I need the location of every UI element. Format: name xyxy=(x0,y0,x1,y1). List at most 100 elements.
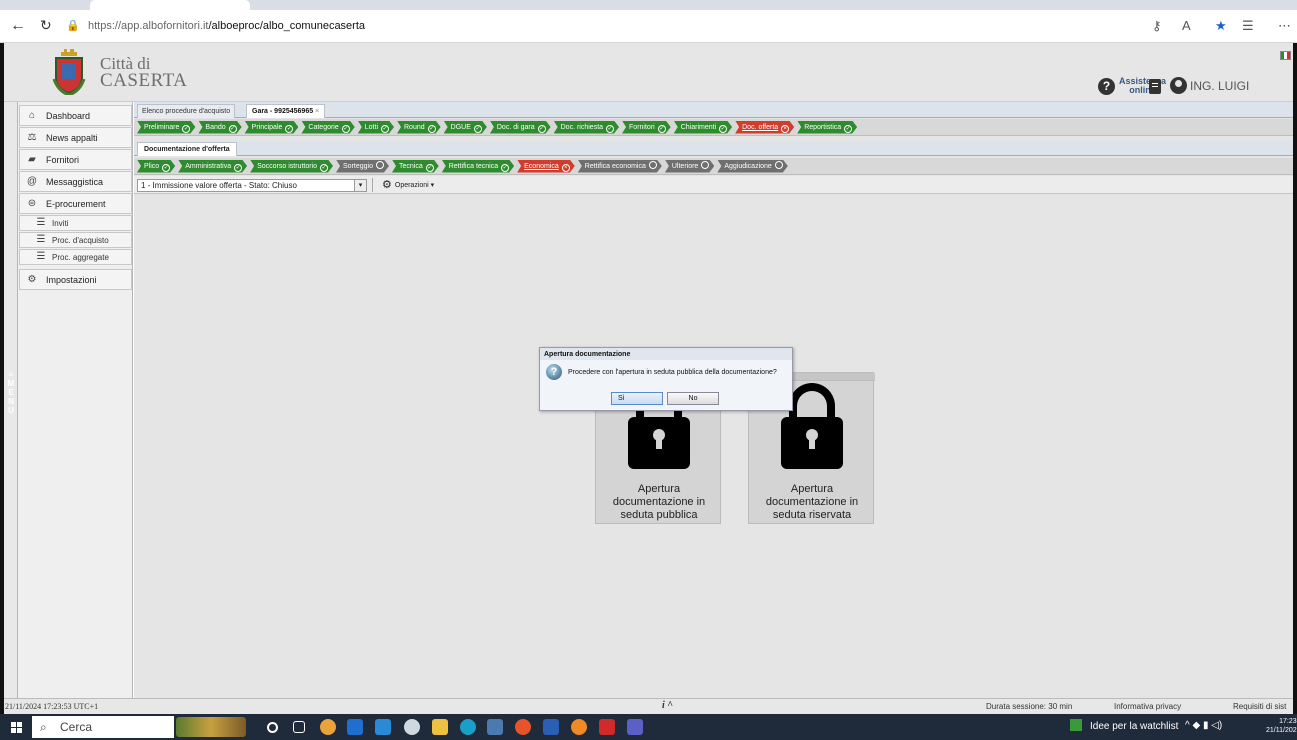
step-doc-richiesta[interactable]: Doc. richiesta ✓ xyxy=(554,121,619,134)
requirements-link[interactable]: Requisiti di sist xyxy=(1233,702,1286,711)
menu-toggle-bar[interactable]: ≡ M E N U xyxy=(4,102,18,698)
browser-tab-strip xyxy=(0,0,1297,10)
teams-icon[interactable] xyxy=(627,719,643,735)
taskbar-search[interactable]: ⌕ Cerca xyxy=(32,716,174,738)
tab-documentazione-offerta[interactable]: Documentazione d'offerta xyxy=(137,142,237,156)
yes-button[interactable]: Sì xyxy=(611,392,663,405)
sidebar-item-dashboard[interactable]: ⌂ Dashboard xyxy=(19,105,132,126)
address-bar[interactable]: https://app.albofornitori.it/alboeproc/a… xyxy=(82,15,1142,37)
store-icon[interactable] xyxy=(347,719,363,735)
operations-menu-button[interactable]: ⚙ Operazioni ▾ xyxy=(372,178,434,192)
pending-icon xyxy=(649,161,657,169)
tab-elenco-procedure[interactable]: Elenco procedure d'acquisto xyxy=(137,104,236,118)
divider xyxy=(372,178,373,192)
sidebar-menu: ⌂ Dashboard ⚖ News appalti ▰ Fornitori @ Mes… xyxy=(19,105,132,291)
photos-icon[interactable] xyxy=(404,719,420,735)
step-plico[interactable]: Plico ✓ xyxy=(137,160,175,173)
sidebar-item-messaggistica[interactable]: @ Messaggistica xyxy=(19,171,132,192)
sidebar-subitem-proc-acquisto[interactable]: ☰ Proc. d'acquisto xyxy=(19,232,132,248)
firefox-icon[interactable] xyxy=(571,719,587,735)
toolbar: 1 - Immissione valore offerta - Stato: C… xyxy=(134,176,1293,194)
sidebar-item-fornitori[interactable]: ▰ Fornitori xyxy=(19,149,132,170)
step-dgue[interactable]: DGUE ✓ xyxy=(444,121,487,134)
workflow-steps-main: Preliminare ✓ Bando ✓ Principale ✓ Categorie ✓ L… xyxy=(134,119,1293,136)
gear-icon: ⚙ xyxy=(27,273,37,285)
step-fornitori[interactable]: Fornitori ✓ xyxy=(622,121,671,134)
system-tray-icons[interactable]: ^ ◆ ▮ ◁) xyxy=(1185,720,1222,731)
session-duration: Durata sessione: 30 min xyxy=(986,702,1073,711)
step-round[interactable]: Round ✓ xyxy=(397,121,441,134)
check-icon: ✓ xyxy=(343,125,349,132)
close-icon[interactable]: × xyxy=(315,108,319,115)
favorites-list-icon[interactable]: ☰ xyxy=(1242,18,1254,34)
favorite-star-icon[interactable]: ★ xyxy=(1215,18,1227,34)
mail-icon[interactable] xyxy=(375,719,391,735)
phase-select[interactable]: 1 - Immissione valore offerta - Stato: C… xyxy=(137,179,367,192)
clock[interactable]: 17:23 21/11/202 xyxy=(1266,717,1297,735)
task-view-icon[interactable] xyxy=(293,721,305,733)
edge-browser-icon[interactable] xyxy=(460,719,476,735)
sidebar-item-eprocurement[interactable]: ⊜ E-procurement xyxy=(19,193,132,214)
file-explorer-icon[interactable] xyxy=(432,719,448,735)
widgets-icon[interactable] xyxy=(320,719,336,735)
tab-gara[interactable]: Gara - 9925456965 × xyxy=(246,104,326,118)
step-principale[interactable]: Principale ✓ xyxy=(245,121,299,134)
url-path: /alboeproc/albo_comunecaserta xyxy=(208,20,366,32)
cortana-icon[interactable] xyxy=(267,722,278,733)
step-lotti[interactable]: Lotti ✓ xyxy=(358,121,394,134)
step-economica[interactable]: Economica × xyxy=(517,160,575,173)
step-preliminare[interactable]: Preliminare ✓ xyxy=(137,121,195,134)
check-icon: ✓ xyxy=(235,164,241,171)
privacy-link[interactable]: Informativa privacy xyxy=(1114,702,1181,711)
no-button[interactable]: No xyxy=(667,392,719,405)
step-doc-offerta[interactable]: Doc. offerta × xyxy=(735,121,794,134)
check-icon: ✓ xyxy=(427,164,433,171)
key-icon[interactable]: ⚷ xyxy=(1152,18,1162,34)
italian-flag-icon[interactable] xyxy=(1280,51,1291,60)
acrobat-icon[interactable] xyxy=(599,719,615,735)
dialog-title: Apertura documentazione xyxy=(540,348,792,360)
calculator-icon[interactable] xyxy=(487,719,503,735)
sidebar-item-impostazioni[interactable]: ⚙ Impostazioni xyxy=(19,269,132,290)
step-sorteggio[interactable]: Sorteggio xyxy=(336,160,389,173)
panel-label: Apertura documentazione in seduta riservat… xyxy=(765,483,859,521)
read-aloud-icon[interactable]: A xyxy=(1182,18,1191,33)
back-icon[interactable]: ← xyxy=(10,17,26,35)
more-icon[interactable]: ⋯ xyxy=(1278,18,1291,34)
step-rettifica-tecnica[interactable]: Rettifica tecnica ✓ xyxy=(442,160,514,173)
step-soccorso-istruttorio[interactable]: Soccorso istruttorio ✓ xyxy=(250,160,333,173)
step-doc-di-gara[interactable]: Doc. di gara ✓ xyxy=(490,121,551,134)
step-bando[interactable]: Bando ✓ xyxy=(198,121,241,134)
sidebar-subitem-inviti[interactable]: ☰ Inviti xyxy=(19,215,132,231)
word-icon[interactable] xyxy=(543,719,559,735)
sidebar-item-news[interactable]: ⚖ News appalti xyxy=(19,127,132,148)
step-categorie[interactable]: Categorie ✓ xyxy=(301,121,354,134)
check-icon: ✓ xyxy=(429,125,435,132)
user-menu[interactable]: ING. LUIGI xyxy=(1170,77,1249,94)
watchlist-label[interactable]: Idee per la watchlist xyxy=(1090,721,1178,732)
step-chiarimenti[interactable]: Chiarimenti ✓ xyxy=(674,121,732,134)
chrome-icon[interactable] xyxy=(515,719,531,735)
panel-label: Apertura documentazione in seduta pubblica xyxy=(612,483,706,521)
scales-icon: ⚖ xyxy=(27,131,37,143)
info-toggle[interactable]: i ^ xyxy=(662,700,673,711)
check-icon: ✓ xyxy=(502,164,508,171)
step-ulteriore[interactable]: Ulteriore xyxy=(665,160,714,173)
search-highlight-image xyxy=(176,717,246,737)
step-rettifica-economica[interactable]: Rettifica economica xyxy=(578,160,662,173)
step-reportistica[interactable]: Reportistica ✓ xyxy=(797,121,857,134)
manual-icon[interactable] xyxy=(1149,79,1161,94)
browser-tab[interactable] xyxy=(90,0,250,10)
step-amministrativa[interactable]: Amministrativa ✓ xyxy=(178,160,247,173)
reload-icon[interactable]: ↻ xyxy=(40,17,52,34)
list-icon: ☰ xyxy=(36,251,46,262)
lock-icon[interactable]: 🔒 xyxy=(66,19,80,32)
windows-start-icon[interactable] xyxy=(11,722,22,733)
step-tecnica[interactable]: Tecnica ✓ xyxy=(392,160,439,173)
sidebar-subitem-proc-aggregate[interactable]: ☰ Proc. aggregate xyxy=(19,249,132,265)
step-aggiudicazione[interactable]: Aggiudicazione xyxy=(717,160,787,173)
dialog-message: Procedere con l'apertura in seduta pubbl… xyxy=(568,369,777,376)
watchlist-icon[interactable] xyxy=(1070,719,1082,731)
check-icon: ✓ xyxy=(720,125,726,132)
subheader-tab: Documentazione d'offerta xyxy=(134,141,1293,156)
